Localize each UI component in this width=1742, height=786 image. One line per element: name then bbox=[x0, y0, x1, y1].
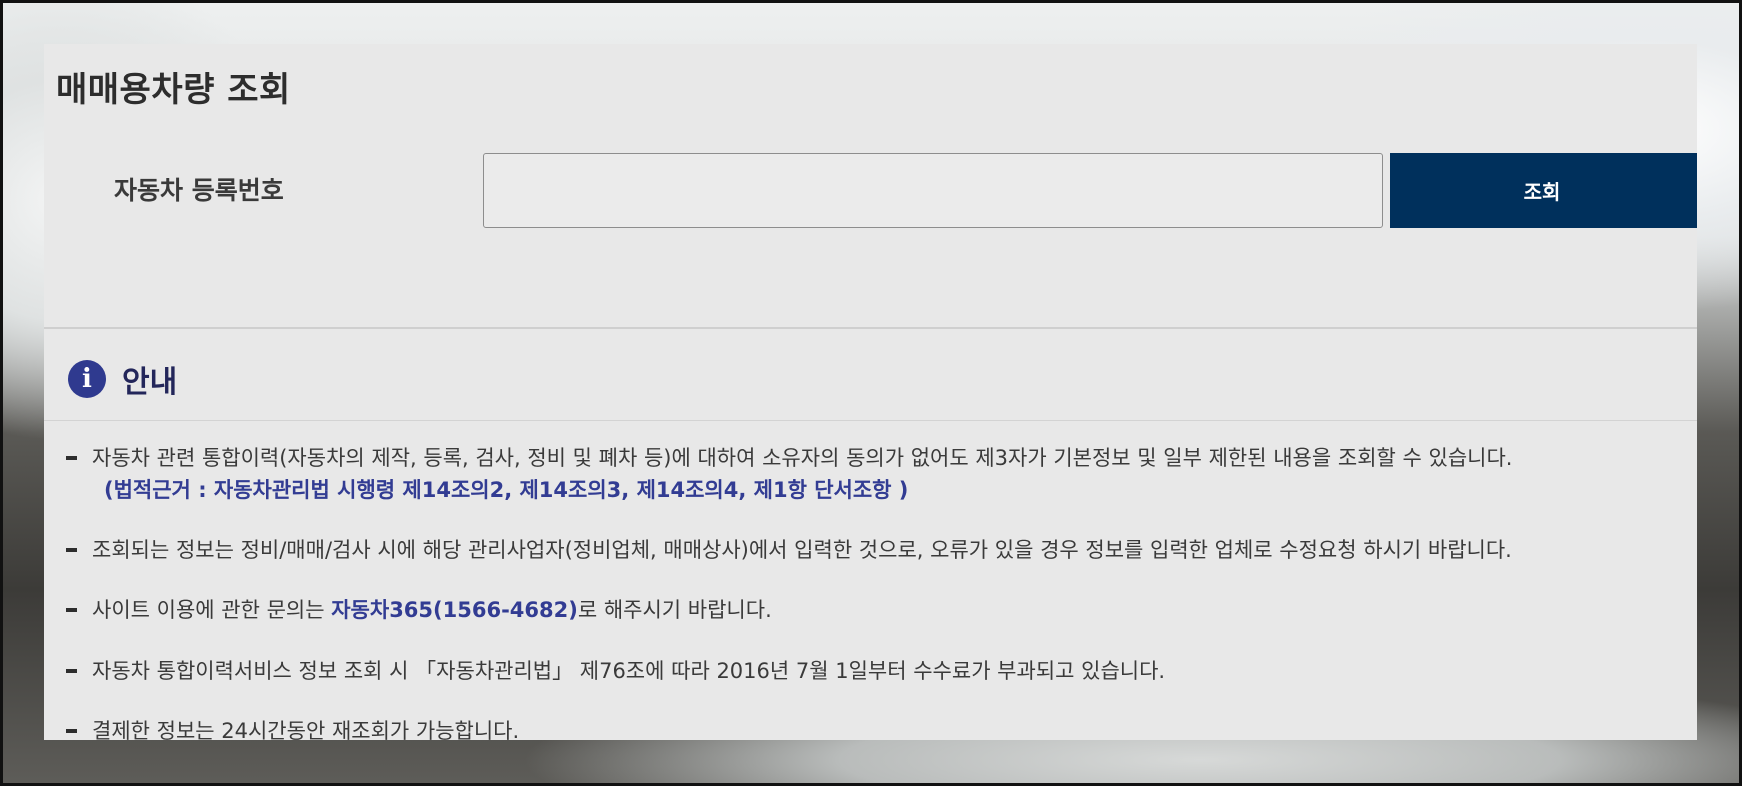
registration-number-input[interactable] bbox=[483, 153, 1383, 228]
legal-basis-text: (법적근거 : 자동차관리법 시행령 제14조의2, 제14조의3, 제14조의… bbox=[104, 478, 909, 502]
notice-item-text-after: 로 해주시기 바랍니다. bbox=[577, 598, 772, 622]
notice-item-text: 자동차 통합이력서비스 정보 조회 시 「자동차관리법」 제76조에 따라 20… bbox=[92, 659, 1166, 683]
notice-header: i 안내 bbox=[68, 357, 177, 401]
notice-item: 자동차 통합이력서비스 정보 조회 시 「자동차관리법」 제76조에 따라 20… bbox=[66, 655, 1691, 715]
notice-item: 사이트 이용에 관한 문의는 자동차365(1566-4682)로 해주시기 바… bbox=[66, 594, 1691, 655]
vehicle-lookup-panel: 매매용차량 조회 자동차 등록번호 조회 i 안내 자동차 관련 통합이력(자동… bbox=[44, 44, 1697, 740]
notice-item: 조회되는 정보는 정비/매매/검사 시에 해당 관리사업자(정비업체, 매매상사… bbox=[66, 534, 1691, 594]
notice-list: 자동차 관련 통합이력(자동차의 제작, 등록, 검사, 정비 및 폐차 등)에… bbox=[66, 442, 1691, 740]
notice-divider bbox=[44, 420, 1697, 421]
registration-number-label: 자동차 등록번호 bbox=[114, 176, 284, 205]
contact-highlight: 자동차365(1566-4682) bbox=[331, 598, 578, 622]
notice-item-text: 결제한 정보는 24시간동안 재조회가 가능합니다. bbox=[92, 719, 520, 740]
search-button[interactable]: 조회 bbox=[1390, 153, 1697, 228]
notice-item: 자동차 관련 통합이력(자동차의 제작, 등록, 검사, 정비 및 폐차 등)에… bbox=[66, 442, 1691, 534]
notice-item-text: 조회되는 정보는 정비/매매/검사 시에 해당 관리사업자(정비업체, 매매상사… bbox=[92, 538, 1512, 562]
notice-title: 안내 bbox=[122, 365, 178, 400]
page-title: 매매용차량 조회 bbox=[56, 70, 291, 110]
info-circle-icon: i bbox=[68, 360, 106, 398]
section-divider bbox=[44, 327, 1697, 329]
notice-item-text-before: 사이트 이용에 관한 문의는 bbox=[92, 598, 332, 622]
notice-item-text: 자동차 관련 통합이력(자동차의 제작, 등록, 검사, 정비 및 폐차 등)에… bbox=[92, 446, 1513, 470]
notice-item: 결제한 정보는 24시간동안 재조회가 가능합니다. bbox=[66, 715, 1691, 740]
